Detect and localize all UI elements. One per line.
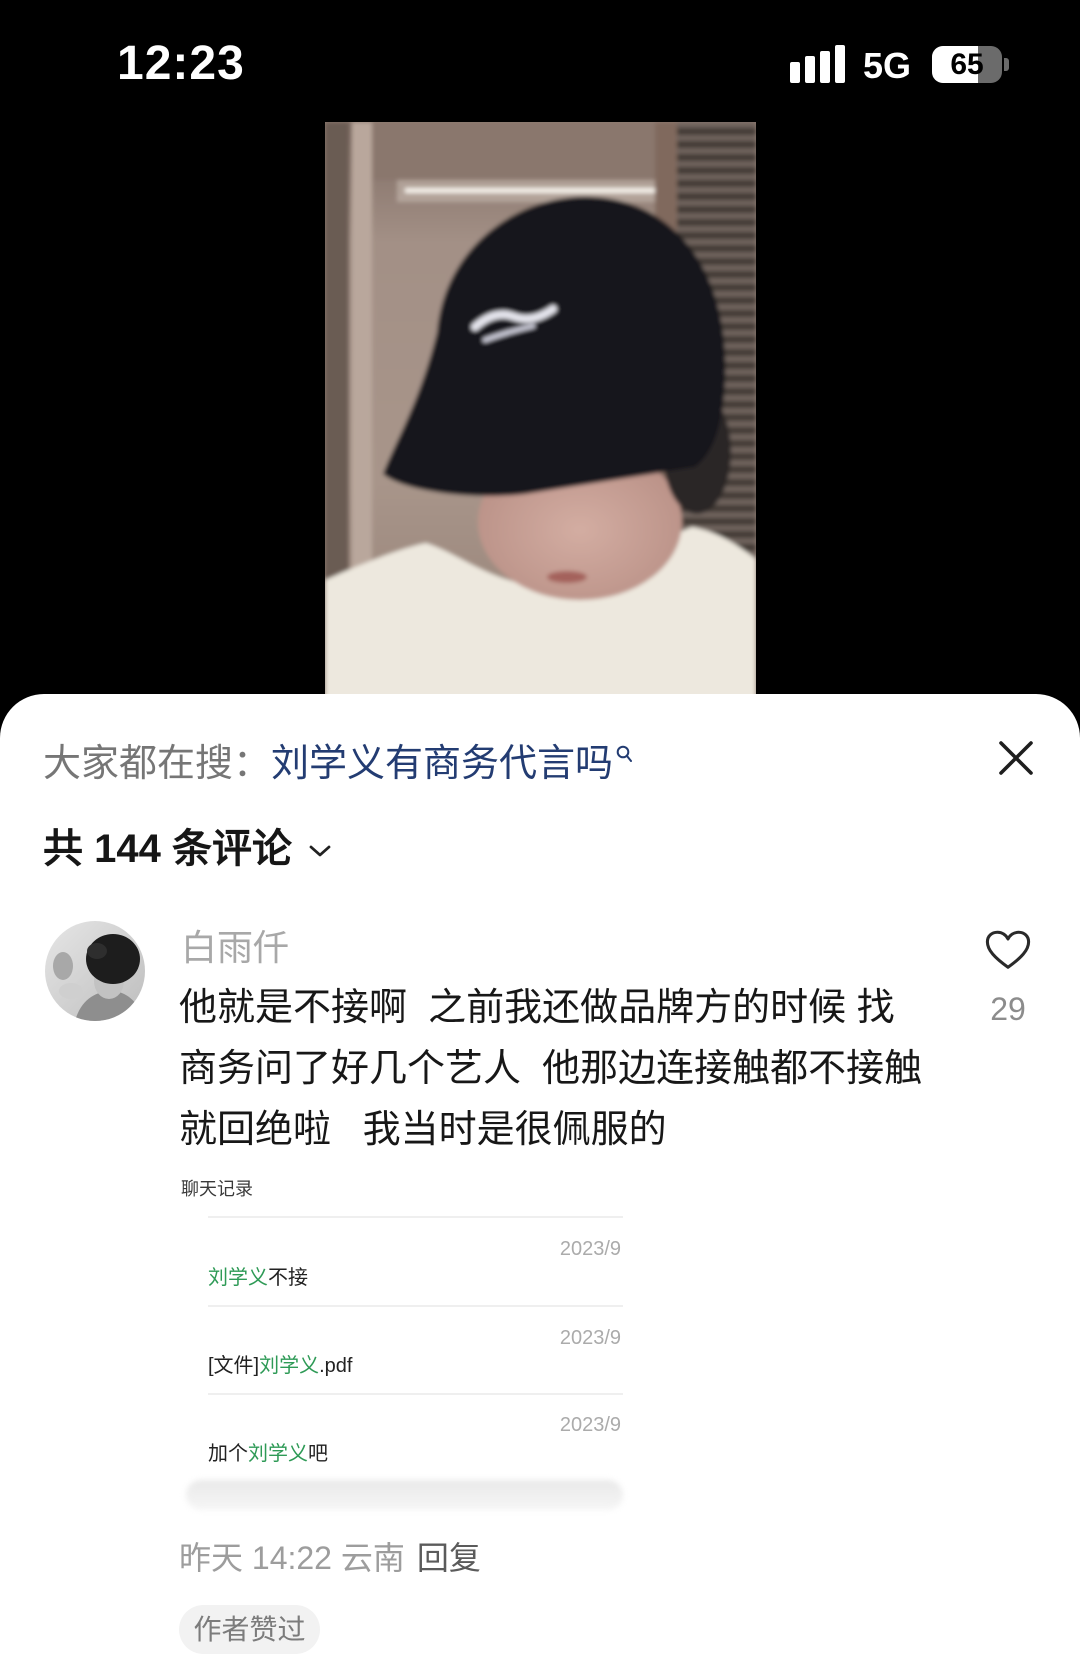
message-part: 刘学义 — [259, 1355, 320, 1377]
video-frame-image — [325, 122, 756, 722]
comment-text-line: 就回绝啦 我当时是很佩服的 — [179, 1109, 667, 1151]
battery-percent: 65 — [950, 48, 984, 81]
search-suggestion[interactable]: 大家都在搜：刘学义有商务代言吗 — [43, 741, 633, 787]
message-part: [文件] — [208, 1355, 260, 1377]
divider — [208, 1393, 623, 1395]
video-player[interactable] — [325, 122, 756, 722]
chat-message: 加个刘学义吧 — [208, 1441, 328, 1467]
search-suggestion-query[interactable]: 刘学义有商务代言吗 — [271, 743, 613, 785]
comment-meta: 昨天 14:22 云南 回复 — [179, 1538, 481, 1578]
comment-text-line: 商务问了好几个艺人 他那边连接触都不接触 — [179, 1048, 923, 1090]
close-button[interactable] — [998, 740, 1034, 776]
message-part: 吧 — [308, 1443, 328, 1465]
message-date: 2023/9 — [559, 1414, 621, 1436]
message-part: 刘学义 — [248, 1443, 308, 1465]
battery-icon: 65 — [932, 46, 1002, 83]
close-icon[interactable] — [998, 740, 1034, 776]
author-liked-badge: 作者赞过 — [179, 1605, 320, 1654]
comment-count-dropdown[interactable]: 共 144 条评论 — [43, 825, 332, 873]
cellular-signal-icon — [790, 45, 845, 83]
heart-icon[interactable] — [985, 929, 1031, 971]
message-date: 2023/9 — [559, 1327, 621, 1349]
comments-sheet: 大家都在搜：刘学义有商务代言吗 共 144 条评论 白雨仟 他就是不接啊 之前我… — [0, 694, 1080, 1670]
message-part: 刘学义 — [208, 1267, 268, 1289]
network-type: 5G — [863, 45, 912, 86]
comment-text-line: 他就是不接啊 之前我还做品牌方的时候 找 — [179, 987, 895, 1029]
battery-nub — [1004, 58, 1009, 71]
comment-body[interactable]: 他就是不接啊 之前我还做品牌方的时候 找 商务问了好几个艺人 他那边连接触都不接… — [179, 978, 922, 1161]
comment-username[interactable]: 白雨仟 — [181, 926, 289, 970]
like-count: 29 — [990, 991, 1026, 1027]
reply-button[interactable]: 回复 — [417, 1540, 481, 1576]
chat-message: [文件]刘学义.pdf — [208, 1353, 352, 1379]
comment-time-location: 昨天 14:22 云南 — [179, 1540, 405, 1576]
message-part: .pdf — [319, 1355, 353, 1377]
status-time: 12:23 — [117, 37, 245, 90]
avatar[interactable] — [45, 921, 145, 1021]
message-date: 2023/9 — [559, 1238, 621, 1260]
attachment-title: 聊天记录 — [181, 1179, 253, 1199]
message-part: 不接 — [268, 1267, 308, 1289]
message-part: 加个 — [208, 1443, 248, 1465]
comment-count-label: 共 144 条评论 — [43, 827, 292, 871]
divider — [208, 1216, 623, 1218]
chevron-down-icon[interactable] — [308, 844, 332, 858]
comment-image-attachment[interactable]: 聊天记录 2023/9 刘学义不接 2023/9 [文件]刘学义.pdf 202… — [181, 1169, 623, 1510]
search-suggestion-prefix: 大家都在搜： — [43, 743, 272, 785]
divider — [208, 1305, 623, 1307]
attachment-bottom-shadow — [186, 1480, 623, 1510]
avatar-image — [45, 921, 145, 1021]
chat-message: 刘学义不接 — [208, 1265, 308, 1291]
search-icon[interactable] — [616, 745, 633, 763]
